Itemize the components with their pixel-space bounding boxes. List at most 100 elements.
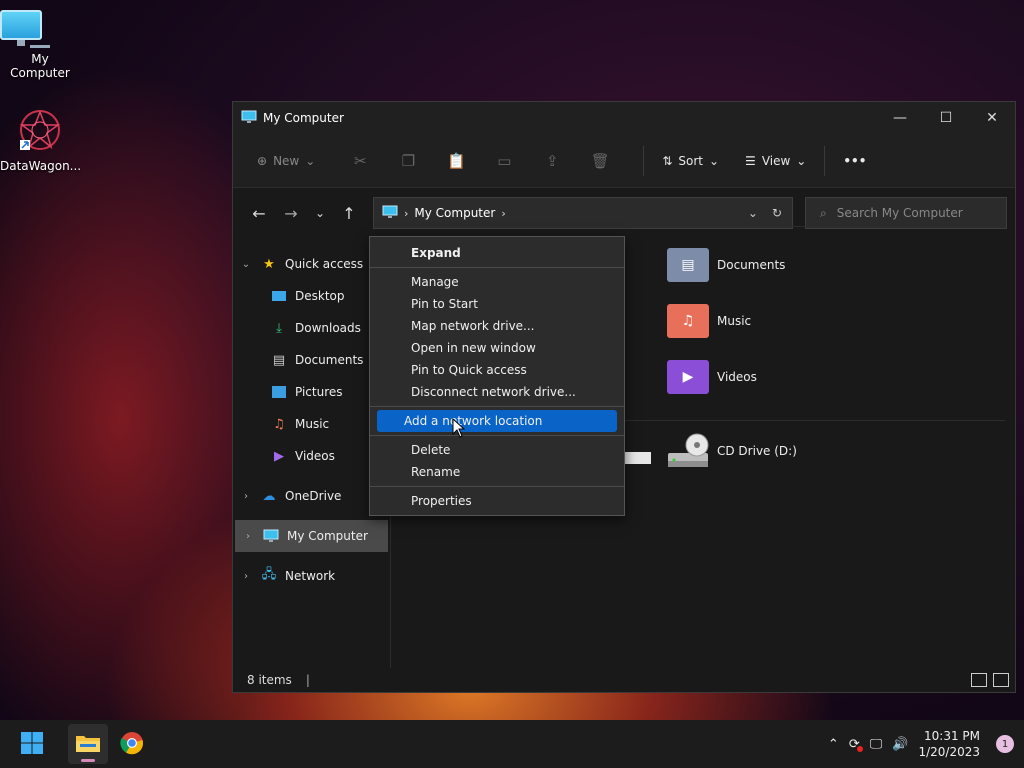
document-icon: ▤	[272, 352, 286, 368]
search-box[interactable]: ⌕	[805, 197, 1007, 229]
view-button[interactable]: ☰ View ⌄	[737, 145, 814, 177]
sidebar-item-documents[interactable]: ▤ Documents	[233, 344, 390, 376]
new-button[interactable]: ⊕ New ⌄	[249, 145, 323, 177]
chevron-right-icon[interactable]: ›	[233, 571, 259, 582]
sidebar-item-videos[interactable]: ▶ Videos	[233, 440, 390, 472]
chevron-right-icon[interactable]: ›	[235, 531, 261, 542]
chevron-right-icon[interactable]: ›	[233, 491, 259, 502]
menu-item-add-network-location[interactable]: Add a network location	[377, 410, 617, 432]
monitor-icon	[0, 10, 80, 48]
large-icons-view-icon[interactable]	[993, 673, 1009, 687]
up-arrow-icon[interactable]: ↑	[333, 197, 365, 229]
menu-item-disconnect-network-drive[interactable]: Disconnect network drive...	[377, 381, 617, 403]
forward-arrow-icon[interactable]: →	[275, 197, 307, 229]
folder-tile-music[interactable]: ♫ Music	[667, 304, 751, 338]
chevron-right-icon[interactable]: ›	[501, 207, 505, 220]
desktop-icon-my-computer[interactable]: My Computer	[0, 10, 80, 80]
mouse-cursor-icon	[452, 417, 466, 441]
sidebar-item-my-computer[interactable]: › My Computer	[235, 520, 388, 552]
recent-locations-chevron-icon[interactable]: ⌄	[307, 197, 333, 229]
menu-item-delete[interactable]: Delete	[377, 439, 617, 461]
rename-icon[interactable]: ▭	[489, 145, 519, 177]
chevron-down-icon: ⌄	[796, 153, 807, 168]
chevron-down-icon[interactable]: ⌄	[233, 259, 259, 270]
menu-item-properties[interactable]: Properties	[377, 490, 617, 512]
sidebar-item-pictures[interactable]: Pictures	[233, 376, 390, 408]
items-count: 8 items	[247, 673, 292, 687]
drive-tile-cd-drive[interactable]: CD Drive (D:)	[667, 433, 797, 468]
menu-separator	[370, 435, 624, 436]
cd-drive-icon	[667, 433, 709, 468]
system-tray: ⌃ ⟳ 🖵 🔊 10:31 PM 1/20/2023 1	[828, 728, 1024, 760]
download-arrow-icon: ⤓	[276, 320, 282, 336]
context-menu: Expand Manage Pin to Start Map network d…	[369, 236, 625, 516]
paste-icon[interactable]: 📋	[441, 145, 471, 177]
details-view-icon[interactable]	[971, 673, 987, 687]
start-button[interactable]	[12, 724, 52, 764]
menu-separator	[370, 406, 624, 407]
video-icon: ▶	[274, 448, 284, 464]
minimize-button[interactable]: —	[877, 102, 923, 134]
sync-alert-icon[interactable]: ⟳	[849, 737, 863, 752]
taskbar-file-explorer[interactable]	[68, 724, 108, 764]
monitor-icon	[241, 110, 257, 127]
maximize-button[interactable]: ☐	[923, 102, 969, 134]
close-button[interactable]: ✕	[969, 102, 1015, 134]
chevron-down-icon: ⌄	[708, 153, 720, 168]
sort-icon: ⇅	[662, 153, 673, 168]
chrome-icon	[120, 731, 144, 758]
address-bar[interactable]: › My Computer › ⌄ ↻	[373, 197, 793, 229]
view-list-icon: ☰	[745, 153, 756, 168]
cloud-icon: ☁	[262, 488, 276, 504]
notification-badge[interactable]: 1	[996, 735, 1014, 753]
cut-icon[interactable]: ✂	[345, 145, 375, 177]
chevron-right-icon[interactable]: ›	[404, 207, 408, 220]
search-icon: ⌕	[820, 205, 827, 220]
desktop-icon-label: My Computer	[10, 52, 70, 80]
taskbar-chrome[interactable]	[112, 724, 152, 764]
command-bar: ⊕ New ⌄ ✂ ❐ 📋 ▭ ⇪ 🗑 ⇅ Sort ⌄ ☰ View ⌄ ••…	[233, 134, 1015, 188]
search-input[interactable]	[836, 206, 987, 220]
menu-item-manage[interactable]: Manage	[377, 271, 617, 293]
star-icon: ★	[263, 256, 275, 272]
menu-separator	[370, 486, 624, 487]
music-folder-icon: ♫	[667, 304, 709, 338]
show-hidden-icons-chevron-icon[interactable]: ⌃	[828, 737, 839, 752]
menu-item-expand[interactable]: Expand	[377, 242, 617, 264]
sidebar-item-quick-access[interactable]: ⌄ ★ Quick access	[233, 248, 390, 280]
desktop-icon-datawagon[interactable]: DataWagon...	[0, 108, 81, 173]
windows-logo-icon	[20, 731, 44, 758]
delete-icon[interactable]: 🗑	[585, 145, 615, 177]
videos-folder-icon: ▶	[667, 360, 709, 394]
sidebar-item-downloads[interactable]: ⤓ Downloads	[233, 312, 390, 344]
status-divider: |	[305, 673, 310, 687]
volume-icon[interactable]: 🔊	[892, 737, 908, 752]
menu-item-map-network-drive[interactable]: Map network drive...	[377, 315, 617, 337]
folder-tile-documents[interactable]: ▤ Documents	[667, 248, 785, 282]
title-bar[interactable]: My Computer — ☐ ✕	[233, 102, 1015, 134]
share-icon[interactable]: ⇪	[537, 145, 567, 177]
more-options-button[interactable]: •••	[835, 145, 874, 177]
menu-item-pin-to-start[interactable]: Pin to Start	[377, 293, 617, 315]
menu-item-open-in-new-window[interactable]: Open in new window	[377, 337, 617, 359]
network-monitor-icon[interactable]: 🖵	[870, 737, 883, 752]
taskbar: ⌃ ⟳ 🖵 🔊 10:31 PM 1/20/2023 1	[0, 720, 1024, 768]
back-arrow-icon[interactable]: ←	[243, 197, 275, 229]
clock[interactable]: 10:31 PM 1/20/2023	[918, 728, 980, 760]
refresh-icon[interactable]: ↻	[772, 206, 782, 220]
breadcrumb-my-computer[interactable]: My Computer	[414, 206, 495, 220]
sidebar-item-onedrive[interactable]: › ☁ OneDrive	[233, 480, 390, 512]
sidebar-item-music[interactable]: ♫ Music	[233, 408, 390, 440]
monitor-icon	[382, 205, 398, 222]
monitor-icon	[261, 528, 281, 544]
sidebar-item-network[interactable]: › 🖧 Network	[233, 560, 390, 592]
window-title: My Computer	[263, 111, 344, 125]
folder-tile-videos[interactable]: ▶ Videos	[667, 360, 757, 394]
documents-folder-icon: ▤	[667, 248, 709, 282]
address-history-chevron-icon[interactable]: ⌄	[748, 206, 758, 220]
menu-item-pin-to-quick-access[interactable]: Pin to Quick access	[377, 359, 617, 381]
sidebar-item-desktop[interactable]: Desktop	[233, 280, 390, 312]
sort-button[interactable]: ⇅ Sort ⌄	[654, 145, 727, 177]
menu-item-rename[interactable]: Rename	[377, 461, 617, 483]
copy-icon[interactable]: ❐	[393, 145, 423, 177]
